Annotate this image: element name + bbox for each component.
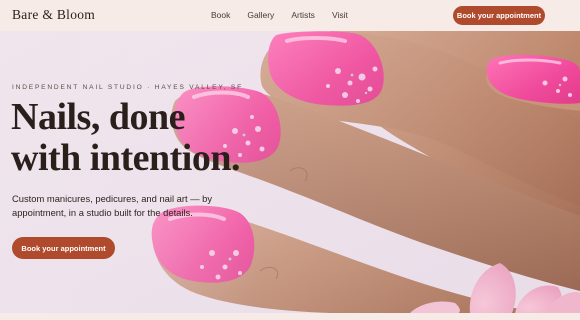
brand-logo[interactable]: Bare & Bloom [12,7,95,23]
nav-link-gallery[interactable]: Gallery [247,10,274,20]
hero-headline-line2: with intention. [11,137,240,179]
nav-link-visit[interactable]: Visit [332,10,348,20]
hero-section: INDEPENDENT NAIL STUDIO · HAYES VALLEY, … [0,31,580,313]
nav-link-book[interactable]: Book [211,10,230,20]
main-nav: Book Gallery Artists Visit [211,10,348,20]
hero-subhead: Custom manicures, pedicures, and nail ar… [12,193,213,218]
site-header: Bare & Bloom Book Gallery Artists Visit … [0,0,580,31]
hero-headline-line1: Nails, done [11,96,185,138]
header-book-button[interactable]: Book your appointment [453,6,545,25]
next-section-edge [0,313,580,320]
hero-headline: Nails, done with intention. [11,97,271,179]
hero-book-button[interactable]: Book your appointment [12,237,115,259]
hero-eyebrow: INDEPENDENT NAIL STUDIO · HAYES VALLEY, … [12,84,243,91]
nav-link-artists[interactable]: Artists [291,10,315,20]
